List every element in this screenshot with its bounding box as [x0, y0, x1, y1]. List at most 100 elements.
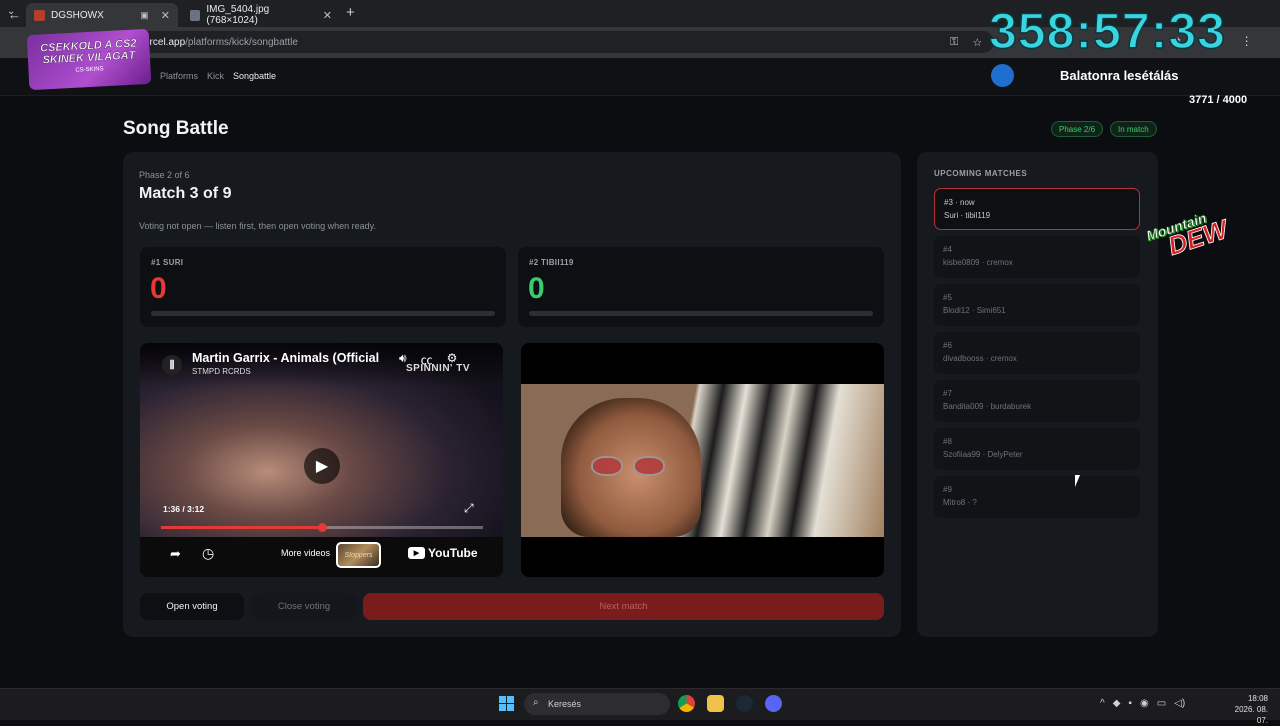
upcoming-match-item[interactable]: #8 Szofiiaa99 · DelyPeter	[934, 428, 1140, 470]
promo-banner: CSEKKOLD A CS2 SKINEK VILÁGÁT CS-SKINS	[26, 28, 152, 91]
next-match-button[interactable]: Next match	[363, 593, 884, 620]
contestant-name: #2 TIBII119	[529, 258, 574, 267]
tray-app-icon[interactable]: ◆	[1113, 698, 1121, 709]
match-number: #8	[943, 437, 952, 446]
vote-bar	[151, 311, 495, 316]
upcoming-match-item[interactable]: #9 Mitro8 · ?	[934, 476, 1140, 518]
star-icon[interactable]: ☆	[972, 36, 982, 49]
upcoming-match-item[interactable]: #7 Bandita009 · burdaburek	[934, 380, 1140, 422]
system-clock[interactable]: 18:08 2026. 08. 07.	[1222, 693, 1268, 726]
phase-label: Phase 2 of 6	[139, 170, 190, 180]
stream-goal-text: Balatonra lesétálás	[1060, 68, 1179, 83]
breadcrumb-kick[interactable]: Kick	[207, 71, 224, 81]
breadcrumb: Platforms Kick Songbattle	[160, 71, 276, 81]
match-number: #4	[943, 245, 952, 254]
match-number: #9	[943, 485, 952, 494]
video-progress-bar[interactable]	[161, 523, 483, 532]
status-badge: In match	[1110, 121, 1157, 137]
vote-score: 0	[528, 272, 545, 305]
site-favicon-icon	[34, 9, 45, 21]
browser-tab-active[interactable]: DGSHOWX ▣ ✕	[26, 3, 178, 27]
breadcrumb-songbattle: Songbattle	[233, 71, 277, 81]
stream-goal-count: 3771 / 4000	[1189, 94, 1248, 106]
network-icon[interactable]: ▭	[1157, 698, 1166, 709]
browser-tab[interactable]: IMG_5404.jpg (768×1024) ✕	[182, 3, 340, 27]
fullscreen-icon[interactable]: ⤢	[464, 501, 474, 516]
video-channel[interactable]: STMPD RCRDS	[192, 367, 251, 376]
video-progress-fill	[161, 526, 322, 529]
voting-status-note: Voting not open — listen first, then ope…	[139, 221, 376, 231]
share-icon[interactable]: ➦	[170, 546, 181, 562]
upcoming-match-item[interactable]: #5 Blodi12 · Simi651	[934, 284, 1140, 326]
close-voting-button[interactable]: Close voting	[252, 593, 356, 620]
match-number: #5	[943, 293, 952, 302]
address-bar[interactable]: ercel.app/platforms/kick/songbattle	[104, 31, 994, 53]
search-icon: ⌕	[533, 697, 539, 708]
url-host: ercel.app	[144, 36, 186, 48]
stream-timer: 358:57:33	[988, 2, 1226, 60]
steam-icon[interactable]	[736, 695, 753, 712]
youtube-link[interactable]: ▶ YouTube	[408, 546, 478, 560]
vote-bar	[529, 311, 873, 316]
volume-icon[interactable]: ◁)	[1174, 698, 1185, 709]
video-watermark: SPINNIN' TV	[406, 363, 470, 374]
upcoming-match-item[interactable]: #3 · now Suri · tibil119	[934, 188, 1140, 230]
mouse-cursor-icon	[1075, 475, 1080, 487]
match-number: #3 · now	[944, 198, 975, 207]
page-title: Song Battle	[123, 118, 229, 139]
vote-score: 0	[150, 272, 167, 305]
tab-close-icon[interactable]: ✕	[161, 9, 170, 22]
tray-app-icon[interactable]: ▪	[1128, 698, 1132, 709]
discord-icon[interactable]	[765, 695, 782, 712]
upcoming-match-item[interactable]: #6 divadbooss · cremox	[934, 332, 1140, 374]
match-players: Suri · tibil119	[944, 211, 991, 220]
match-players: Mitro8 · ?	[943, 498, 977, 507]
phase-badge: Phase 2/6	[1051, 121, 1104, 137]
video-player-left[interactable]: ⫼ Martin Garrix - Animals (Official STMP…	[140, 343, 503, 577]
back-arrow-icon[interactable]: ←	[8, 7, 21, 22]
url-path: /platforms/kick/songbattle	[185, 36, 298, 48]
taskbar-search[interactable]: ⌕ Keresés	[524, 693, 670, 715]
video-frame-detail	[591, 456, 665, 476]
match-number: #7	[943, 389, 952, 398]
more-videos-label[interactable]: More videos	[281, 548, 330, 558]
omnibox-actions: ⚿ ☆	[950, 36, 982, 49]
channel-logo-icon[interactable]: ⫼	[162, 355, 182, 375]
match-players: Blodi12 · Simi651	[943, 306, 1006, 315]
tray-chevron-icon[interactable]: ^	[1100, 698, 1105, 709]
contestant-name: #1 SURI	[151, 258, 184, 267]
tray-discord-icon[interactable]: ◉	[1140, 698, 1149, 709]
video-time: 1:36 / 3:12	[163, 504, 205, 514]
clock-date: 2026. 08. 07.	[1234, 705, 1268, 725]
open-voting-button[interactable]: Open voting	[140, 593, 244, 620]
watch-later-icon[interactable]: ◷	[202, 545, 214, 562]
image-favicon-icon	[190, 9, 201, 21]
windows-start-icon[interactable]	[499, 696, 514, 711]
tab-title: IMG_5404.jpg (768×1024)	[206, 4, 270, 26]
play-icon[interactable]: ▶	[304, 448, 340, 484]
tab-close-icon[interactable]: ✕	[323, 9, 332, 22]
chrome-icon[interactable]	[678, 695, 695, 712]
video-player-right[interactable]	[521, 343, 884, 577]
more-videos-thumbnail[interactable]: Stoppers	[336, 542, 381, 568]
video-scrubber-handle[interactable]	[318, 523, 327, 532]
sponsor-logo: Mountain DEW	[1144, 195, 1270, 294]
contestant-card-right: #2 TIBII119 0	[518, 247, 884, 327]
menu-dots-icon[interactable]: ⋮	[1241, 34, 1253, 49]
match-players: kisbe0809 · cremox	[943, 258, 1013, 267]
key-icon[interactable]: ⚿	[950, 36, 958, 49]
youtube-play-icon: ▶	[408, 547, 425, 559]
youtube-label: YouTube	[428, 546, 478, 560]
video-title[interactable]: Martin Garrix - Animals (Official	[192, 351, 382, 365]
upcoming-title: UPCOMING MATCHES	[934, 169, 1028, 178]
breadcrumb-platforms[interactable]: Platforms	[160, 71, 198, 81]
file-explorer-icon[interactable]	[707, 695, 724, 712]
upcoming-match-item[interactable]: #4 kisbe0809 · cremox	[934, 236, 1140, 278]
new-tab-icon[interactable]: +	[346, 4, 355, 21]
tab-title: DGSHOWX	[51, 9, 104, 21]
match-players: Bandita009 · burdaburek	[943, 402, 1032, 411]
match-players: divadbooss · cremox	[943, 354, 1017, 363]
tab-audio-icon[interactable]: ▣	[140, 10, 149, 21]
goal-indicator-icon	[991, 64, 1014, 87]
match-title: Match 3 of 9	[139, 185, 232, 202]
